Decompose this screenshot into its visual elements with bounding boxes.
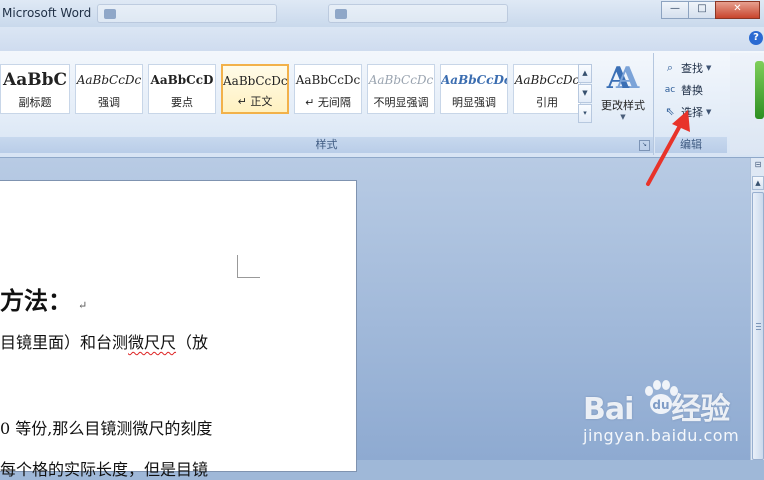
binoculars-icon: ⌕ (666, 61, 674, 74)
style-tile-no-spacing[interactable]: AaBbCcDc ↵ 无间隔 (294, 64, 362, 114)
ribbon-tab-strip (0, 27, 764, 51)
style-sample: AaBbCcDc (514, 73, 580, 87)
document-heading: 方法： ↵ (0, 281, 87, 316)
gallery-down-button[interactable]: ▼ (578, 84, 592, 103)
style-sample: AaBbCcDc (368, 73, 434, 87)
baidu-paw-icon: du (645, 380, 678, 414)
grip-line (756, 329, 761, 330)
document-line: 目镜里面）和台测微尺尺（放 (0, 329, 208, 353)
style-name: 要点 (171, 96, 193, 109)
line-text: 目镜里面）和台测 (0, 333, 129, 352)
gallery-scroll: ▲ ▼ ▾ (578, 64, 592, 123)
line-text: （放 (176, 333, 209, 352)
annotation-arrow (646, 110, 690, 186)
heading-text: 方法： (0, 286, 72, 315)
style-name: 强调 (98, 96, 120, 109)
close-button[interactable]: ✕ (715, 1, 760, 19)
line-text: 每个格的实际长度，但是目镜 (0, 460, 209, 479)
margin-corner-mark (237, 255, 260, 278)
watermark-brand: Bai (583, 392, 634, 427)
style-name: ↵ 无间隔 (305, 96, 351, 109)
style-name: 不明显强调 (373, 96, 429, 109)
baidu-watermark: Bai 经验 du jingyan.baidu.com (583, 378, 763, 460)
maximize-button[interactable]: □ (688, 1, 716, 19)
style-name: ↵ 正文 (237, 95, 273, 108)
help-icon[interactable]: ? (749, 31, 763, 45)
styles-group: AaBbC 副标题 AaBbCcDc 强调 AaBbCcD 要点 AaBbCcD… (0, 53, 654, 155)
status-indicator (755, 61, 764, 119)
style-sample: AaBbCcDc (223, 74, 288, 88)
svg-text:du: du (652, 398, 669, 412)
window-title: Microsoft Word (2, 6, 92, 20)
scroll-up-button[interactable]: ▲ (752, 176, 764, 190)
gallery-more-button[interactable]: ▾ (578, 104, 592, 123)
grip-line (756, 323, 761, 324)
minimize-button[interactable]: — (661, 1, 689, 19)
style-tile-subtitle[interactable]: AaBbC 副标题 (0, 64, 70, 114)
ruler-toggle-icon[interactable]: ⊟ (752, 160, 764, 172)
style-sample: AaBbCcDc (76, 73, 142, 87)
document-line: 0 等份,那么目镜测微尺的刻度 (0, 415, 212, 439)
title-bar: Microsoft Word — □ ✕ (0, 0, 764, 28)
taskbar-ghost-tab[interactable] (328, 4, 508, 23)
style-tile-strong[interactable]: AaBbCcD 要点 (148, 64, 216, 114)
replace-label: 替换 (681, 84, 703, 97)
style-sample: AaBbCcD (150, 73, 214, 87)
style-tile-quote[interactable]: AaBbCcDc 引用 (513, 64, 581, 114)
style-sample: AaBbCcDc (295, 73, 361, 87)
spelling-error-text: 微尺尺 (128, 333, 177, 352)
watermark-url: jingyan.baidu.com (583, 426, 740, 445)
style-name: 引用 (536, 96, 558, 109)
find-label: 查找 (681, 62, 703, 75)
window-controls: — □ ✕ (661, 1, 760, 19)
chevron-down-icon: ▼ (706, 108, 712, 116)
style-name: 副标题 (18, 96, 52, 109)
gallery-up-button[interactable]: ▲ (578, 64, 592, 83)
style-name: 明显强调 (452, 96, 496, 109)
style-tile-subtle-emphasis[interactable]: AaBbCcDc 不明显强调 (367, 64, 435, 114)
style-tile-intense-emphasis[interactable]: AaBbCcDc 明显强调 (440, 64, 508, 114)
style-tile-normal[interactable]: AaBbCcDc ↵ 正文 (221, 64, 289, 114)
replace-button[interactable]: ac 替换 (663, 81, 703, 99)
taskbar-ghost-tab[interactable] (97, 4, 277, 23)
line-text: 0 等份,那么目镜测微尺的刻度 (0, 419, 213, 438)
document-page[interactable]: 方法： ↵ 目镜里面）和台测微尺尺（放 0 等份,那么目镜测微尺的刻度 每个格的实… (0, 180, 357, 479)
style-gallery: AaBbC 副标题 AaBbCcDc 强调 AaBbCcD 要点 AaBbCcD… (0, 64, 586, 118)
style-sample: AaBbCcDc (441, 73, 508, 87)
paragraph-mark: ↵ (78, 299, 88, 312)
grip-line (756, 326, 761, 327)
style-sample: AaBbC (3, 70, 67, 90)
style-tile-emphasis[interactable]: AaBbCcDc 强调 (75, 64, 143, 114)
chevron-down-icon: ▼ (706, 64, 712, 72)
change-styles-icon: AA (606, 61, 640, 96)
replace-icon: ac (664, 85, 676, 95)
styles-group-label: 样式 (0, 137, 653, 153)
find-button[interactable]: ⌕ 查找 ▼ (663, 59, 711, 77)
